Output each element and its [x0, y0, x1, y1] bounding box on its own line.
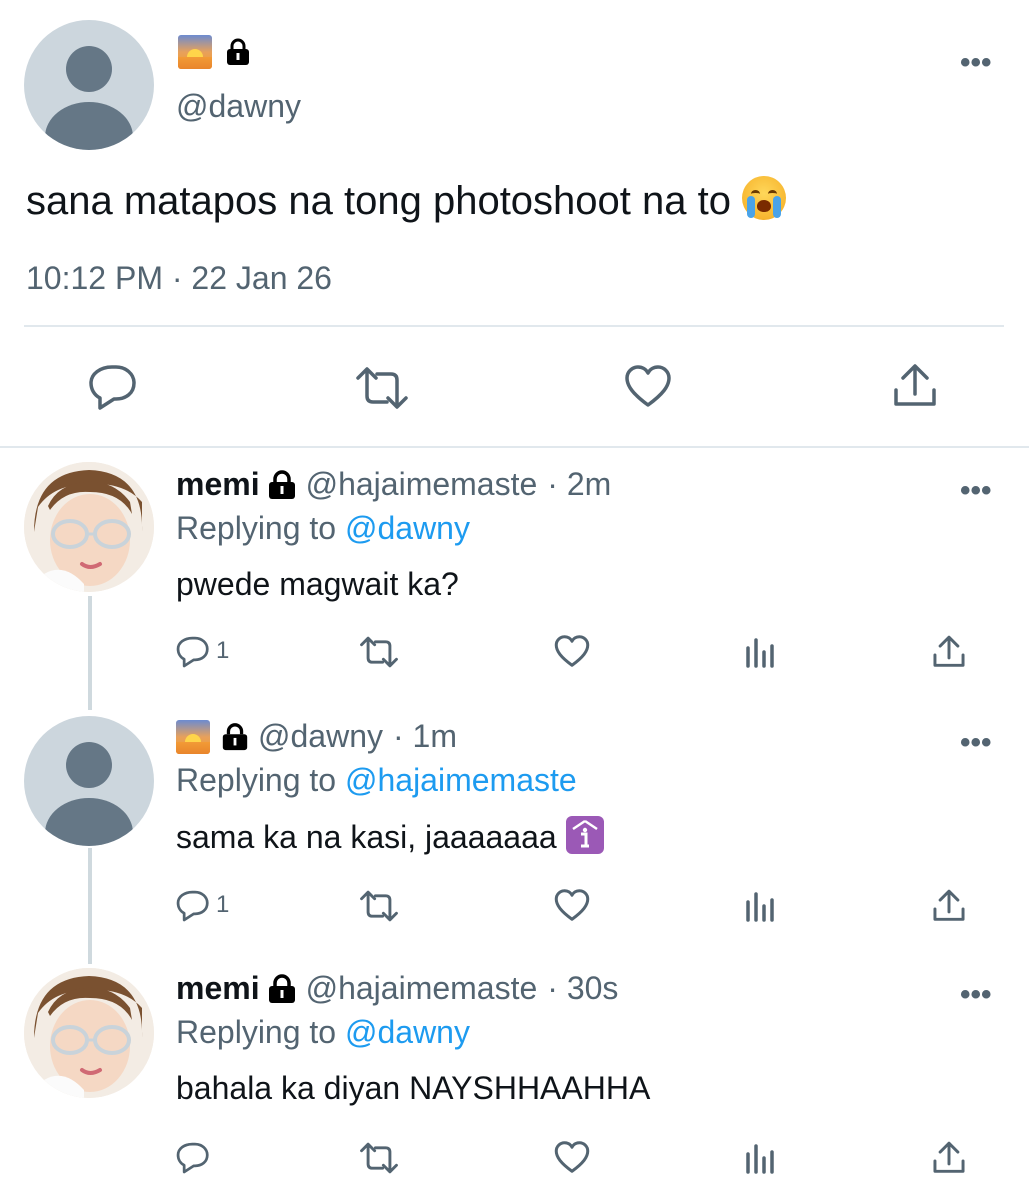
reply-icon	[176, 890, 209, 922]
replying-to: Replying to @dawny	[176, 1014, 470, 1051]
lock-icon	[227, 38, 249, 65]
heart-icon[interactable]	[554, 888, 590, 922]
analytics-icon[interactable]	[744, 638, 776, 668]
reply-avatar-memi[interactable]	[24, 968, 154, 1098]
replying-to-label: Replying to	[176, 762, 337, 798]
retweet-icon[interactable]	[358, 890, 400, 922]
heart-icon[interactable]	[554, 1140, 590, 1174]
reply-text-content: sama ka na kasi, jaaaaaaa	[176, 819, 557, 855]
reply-time[interactable]: · 30s	[547, 970, 618, 1007]
reply-author-handle[interactable]: @dawny	[258, 718, 383, 755]
share-icon[interactable]	[932, 1140, 966, 1176]
reply-author-name[interactable]: memi	[176, 970, 260, 1007]
reply-icon	[89, 365, 136, 410]
reply-header: memi @hajaimemaste · 2m	[176, 466, 611, 503]
reply-count: 1	[216, 637, 230, 664]
sunrise-emoji	[176, 719, 210, 754]
share-icon[interactable]	[932, 634, 966, 670]
reply-author-handle[interactable]: @hajaimemaste	[306, 970, 538, 1007]
lock-icon	[222, 722, 248, 750]
reply-button[interactable]	[176, 1140, 216, 1174]
share-icon[interactable]	[932, 888, 966, 924]
reply-button[interactable]	[88, 362, 138, 410]
retweet-icon	[356, 367, 408, 409]
replying-to-label: Replying to	[176, 510, 337, 546]
reply-author-handle[interactable]: @hajaimemaste	[306, 466, 538, 503]
retweet-icon[interactable]	[358, 636, 400, 668]
section-divider	[0, 446, 1029, 448]
reply-header: memi @hajaimemaste · 30s	[176, 970, 618, 1007]
replying-to-link[interactable]: @hajaimemaste	[345, 762, 577, 798]
retweet-button[interactable]	[354, 366, 410, 410]
tweet-timestamp[interactable]: 10:12 PM · 22 Jan 26	[26, 260, 332, 297]
crying-face-emoji	[742, 176, 787, 220]
replying-to-link[interactable]: @dawny	[345, 510, 470, 546]
divider	[24, 325, 1004, 327]
lock-icon	[268, 973, 295, 1003]
heart-icon[interactable]	[554, 634, 590, 668]
replying-to: Replying to @hajaimemaste	[176, 762, 577, 799]
share-button[interactable]	[892, 362, 938, 410]
share-icon	[894, 364, 936, 406]
reply-button[interactable]: 1	[176, 888, 229, 922]
thread-connector	[88, 596, 92, 710]
like-button[interactable]	[624, 364, 672, 408]
replying-to-link[interactable]: @dawny	[345, 1014, 470, 1050]
reply-more-options-icon[interactable]: •••	[960, 980, 992, 1010]
tweet-text-content: sana matapos na tong photoshoot na to	[26, 179, 731, 223]
reply-more-options-icon[interactable]: •••	[960, 728, 992, 758]
retweet-icon[interactable]	[358, 1142, 400, 1174]
reply-more-options-icon[interactable]: •••	[960, 476, 992, 506]
reply-icon	[176, 636, 209, 668]
reply-action-bar	[176, 1138, 976, 1178]
reply-avatar-dawny[interactable]	[24, 716, 154, 846]
heart-icon	[625, 365, 671, 407]
reply-time[interactable]: · 2m	[547, 466, 611, 503]
author-handle[interactable]: @dawny	[176, 88, 301, 125]
author-avatar[interactable]	[24, 20, 154, 150]
replying-to-label: Replying to	[176, 1014, 337, 1050]
reply-time[interactable]: · 1m	[393, 718, 457, 755]
reply-avatar-memi[interactable]	[24, 462, 154, 592]
reply-text: bahala ka diyan NAYSHHAAHHA	[176, 1070, 651, 1106]
reply-count: 1	[216, 891, 230, 918]
analytics-icon[interactable]	[744, 1144, 776, 1174]
lock-icon	[268, 469, 295, 499]
tweet-text: sana matapos na tong photoshoot na to	[26, 176, 787, 224]
analytics-icon[interactable]	[744, 892, 776, 922]
reply-header: @dawny · 1m	[176, 718, 457, 755]
profile-photo	[24, 968, 154, 1098]
replying-to: Replying to @dawny	[176, 510, 470, 547]
more-options-icon[interactable]: •••	[960, 48, 992, 78]
reply-action-bar: 1	[176, 886, 976, 926]
reply-text: pwede magwait ka?	[176, 566, 459, 602]
reply-icon	[176, 1142, 209, 1174]
thread-connector	[88, 848, 92, 964]
information-emoji	[565, 816, 604, 854]
reply-text: sama ka na kasi, jaaaaaaa	[176, 816, 604, 856]
reply-button[interactable]: 1	[176, 634, 229, 668]
reply-action-bar: 1	[176, 632, 976, 672]
reply-author-name[interactable]: memi	[176, 466, 260, 503]
profile-photo	[24, 462, 154, 592]
sunrise-emoji	[178, 35, 212, 69]
author-display-name[interactable]	[178, 34, 250, 70]
